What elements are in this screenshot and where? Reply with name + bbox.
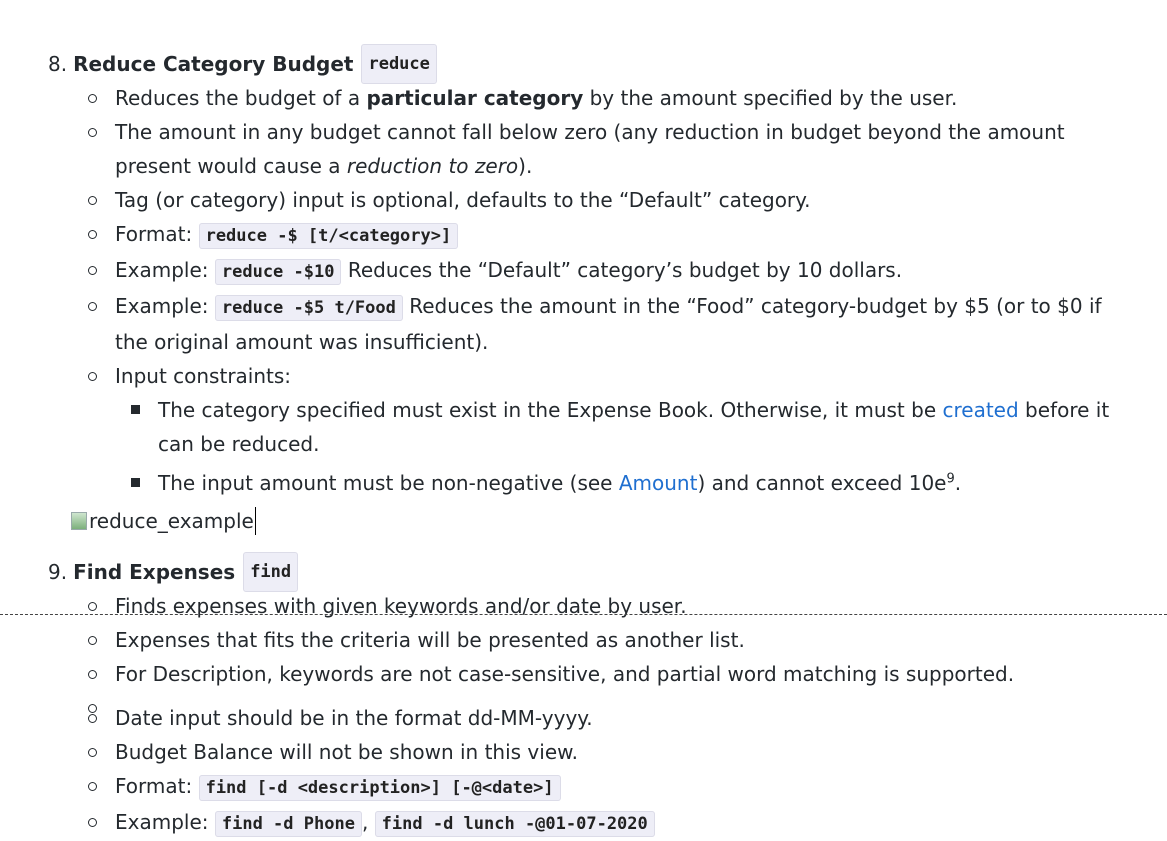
reduce-format-code: reduce -$ [t/<category>] bbox=[198, 223, 459, 249]
find-bullet3-text: For Description, keywords are not case-s… bbox=[115, 662, 1015, 686]
find-section: 9. Find Expenses find Finds expenses wit… bbox=[48, 552, 1127, 841]
find-bullet2-text: Expenses that fits the criteria will be … bbox=[115, 628, 745, 652]
list-item: Date input should be in the format dd-MM… bbox=[48, 701, 1127, 735]
reduce-bullet3-text: Tag (or category) input is optional, def… bbox=[115, 188, 811, 212]
reduce-bullet1-text-end: by the amount specified by the user. bbox=[583, 86, 958, 110]
reduce-bullet-list: Reduces the budget of a particular categ… bbox=[48, 81, 1127, 500]
list-item: Budget Balance will not be shown in this… bbox=[48, 735, 1127, 769]
reduce-section: 8. Reduce Category Budget reduce Reduces… bbox=[48, 44, 1127, 542]
reduce-constraints-label: Input constraints: bbox=[115, 364, 292, 388]
find-example-label: Example: bbox=[115, 810, 215, 834]
list-item: The amount in any budget cannot fall bel… bbox=[48, 115, 1127, 183]
find-bullet-list: Finds expenses with given keywords and/o… bbox=[48, 589, 1127, 841]
reduce-bullet2-text: The amount in any budget cannot fall bel… bbox=[115, 120, 1065, 178]
list-item: Example: reduce -$10 Reduces the “Defaul… bbox=[48, 253, 1127, 289]
list-item: Example: reduce -$5 t/Food Reduces the a… bbox=[48, 289, 1127, 359]
reduce-bullet2-text-end: ). bbox=[518, 154, 533, 178]
exponent-superscript: 9 bbox=[946, 471, 955, 487]
list-item: The input amount must be non-negative (s… bbox=[115, 466, 1127, 500]
find-format-label: Format: bbox=[115, 774, 199, 798]
reduce-example1-text: Reduces the “Default” category’s budget … bbox=[341, 258, 903, 282]
reduce-constraint1-text: The category specified must exist in the… bbox=[158, 398, 943, 422]
reduce-example2-label: Example: bbox=[115, 294, 215, 318]
reduce-constraint2-text-end: . bbox=[954, 471, 962, 495]
reduce-heading: 8. Reduce Category Budget reduce bbox=[48, 44, 1127, 84]
list-item: Expenses that fits the criteria will be … bbox=[48, 623, 1127, 657]
find-bullet5-text: Budget Balance will not be shown in this… bbox=[115, 740, 579, 764]
list-item: For Description, keywords are not case-s… bbox=[48, 657, 1127, 691]
find-bullet4-text: Date input should be in the format dd-MM… bbox=[115, 706, 593, 730]
list-spacer bbox=[48, 691, 1127, 713]
list-item: The category specified must exist in the… bbox=[115, 393, 1127, 461]
reduce-bullet2-italic: reduction to zero bbox=[346, 154, 519, 178]
reduce-example1-code: reduce -$10 bbox=[214, 259, 342, 285]
reduce-example2-code: reduce -$5 t/Food bbox=[214, 295, 403, 321]
reduce-bullet1-bold: particular category bbox=[366, 86, 584, 110]
list-item: Tag (or category) input is optional, def… bbox=[48, 183, 1127, 217]
list-item: Example: find -d Phone, find -d lunch -@… bbox=[48, 805, 1127, 841]
list-item: Format: find [-d <description>] [-@<date… bbox=[48, 769, 1127, 805]
find-number: 9. bbox=[48, 560, 68, 584]
created-link[interactable]: created bbox=[943, 398, 1019, 422]
find-format-code: find [-d <description>] [-@<date>] bbox=[198, 775, 561, 801]
reduce-command-code: reduce bbox=[361, 44, 437, 84]
list-item: Format: reduce -$ [t/<category>] bbox=[48, 217, 1127, 253]
find-heading: 9. Find Expenses find bbox=[48, 552, 1127, 592]
find-command-code: find bbox=[243, 552, 299, 592]
reduce-constraint2-text-mid: ) and cannot exceed 10e bbox=[697, 471, 947, 495]
text-cursor bbox=[254, 507, 257, 535]
find-example-code1: find -d Phone bbox=[214, 811, 362, 837]
reduce-example1-label: Example: bbox=[115, 258, 215, 282]
list-item: Finds expenses with given keywords and/o… bbox=[48, 589, 1127, 623]
amount-link[interactable]: Amount bbox=[619, 471, 698, 495]
reduce-bullet1-text: Reduces the budget of a bbox=[115, 86, 367, 110]
list-item: Reduces the budget of a particular categ… bbox=[48, 81, 1127, 115]
reduce-constraints-list: The category specified must exist in the… bbox=[115, 393, 1127, 500]
page-break-divider bbox=[0, 614, 1167, 615]
list-item: Input constraints: The category specifie… bbox=[48, 359, 1127, 500]
reduce-title: Reduce Category Budget bbox=[73, 52, 354, 76]
find-example-code2: find -d lunch -@01-07-2020 bbox=[374, 811, 655, 837]
find-example-separator: , bbox=[361, 810, 369, 834]
reduce-number: 8. bbox=[48, 52, 68, 76]
reduce-example-image: reduce_example bbox=[71, 500, 1127, 542]
broken-image-icon bbox=[71, 512, 87, 530]
reduce-constraint2-text: The input amount must be non-negative (s… bbox=[158, 471, 619, 495]
reduce-image-alt-text: reduce_example bbox=[89, 509, 254, 533]
reduce-format-label: Format: bbox=[115, 222, 199, 246]
find-title: Find Expenses bbox=[73, 560, 236, 584]
